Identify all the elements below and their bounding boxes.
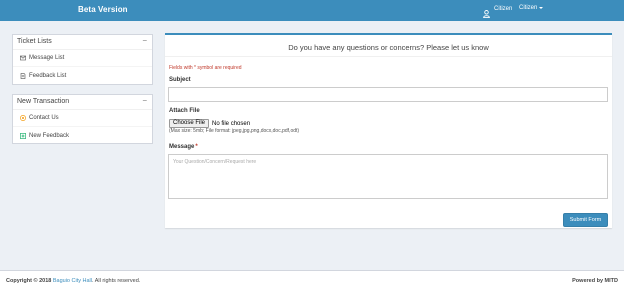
collapse-icon[interactable]: − [142, 36, 147, 45]
copyright-text: Copyright © 2018 Baguio City Hall. All r… [6, 278, 140, 284]
top-navbar: Beta Version Citizen Citizen [0, 0, 624, 21]
user-dropdown[interactable]: Citizen [519, 5, 544, 11]
document-icon [20, 72, 26, 79]
form-title: Do you have any questions or concerns? P… [288, 43, 489, 52]
powered-brand: MITD [604, 278, 618, 284]
message-label: Message* [169, 144, 198, 150]
sidebar-item-label[interactable]: Feedback List [29, 73, 66, 79]
sidebar-item-new-feedback[interactable]: New Feedback [13, 127, 152, 144]
user-icon [483, 5, 490, 19]
file-help-text: (Max size: 5mb; File format: jpeg,jpg,pn… [169, 128, 300, 134]
powered-prefix: Powered by [572, 278, 604, 284]
footer: Copyright © 2018 Baguio City Hall. All r… [0, 270, 624, 291]
contact-form-panel: Do you have any questions or concerns? P… [165, 33, 612, 228]
baguio-city-hall-link[interactable]: Baguio City Hall [53, 278, 92, 284]
sidebar-item-feedback-list[interactable]: Feedback List [13, 67, 152, 84]
subject-label: Subject [169, 77, 191, 83]
required-star: * [195, 144, 198, 150]
choose-file-button[interactable]: Choose File [169, 119, 210, 128]
sidebar-item-contact-us[interactable]: Contact Us [13, 110, 152, 127]
sidebar-item-label[interactable]: Contact Us [29, 115, 59, 121]
ticket-lists-panel: Ticket Lists − Message List Feedback Lis… [12, 34, 153, 85]
file-input[interactable]: Choose File No file chosen [169, 119, 250, 128]
user-menu-label[interactable]: Citizen [519, 5, 537, 11]
new-transaction-title: New Transaction [17, 98, 70, 105]
contact-circle-icon [20, 115, 26, 121]
sidebar-item-message-list[interactable]: Message List [13, 50, 152, 67]
form-divider [165, 56, 612, 57]
ticket-lists-title: Ticket Lists [17, 38, 52, 45]
message-textarea[interactable] [168, 154, 608, 199]
subject-input[interactable] [168, 87, 608, 102]
collapse-icon[interactable]: − [142, 96, 147, 105]
new-transaction-header: New Transaction − [13, 95, 152, 110]
submit-form-button[interactable]: Submit Form [563, 213, 608, 227]
sidebar-item-label[interactable]: New Feedback [29, 133, 69, 139]
brand-title[interactable]: Beta Version [78, 5, 128, 14]
ticket-lists-header: Ticket Lists − [13, 35, 152, 50]
caret-down-icon[interactable] [539, 7, 544, 9]
copyright-prefix: Copyright © 2018 [6, 278, 52, 284]
sidebar-item-label[interactable]: Message List [29, 55, 64, 61]
envelope-icon [20, 55, 26, 61]
user-label: Citizen [494, 6, 513, 12]
attach-file-label: Attach File [169, 108, 200, 114]
powered-by: Powered by MITD [572, 278, 618, 284]
user-info: Citizen [483, 5, 513, 19]
file-status: No file chosen [212, 120, 251, 127]
new-transaction-panel: New Transaction − Contact Us New Feedbac… [12, 94, 153, 144]
message-label-text: Message [169, 144, 195, 150]
required-note: Fields with * symbol are required [169, 65, 242, 71]
copyright-suffix: . All rights reserved. [92, 278, 141, 284]
plus-square-icon [20, 132, 26, 139]
